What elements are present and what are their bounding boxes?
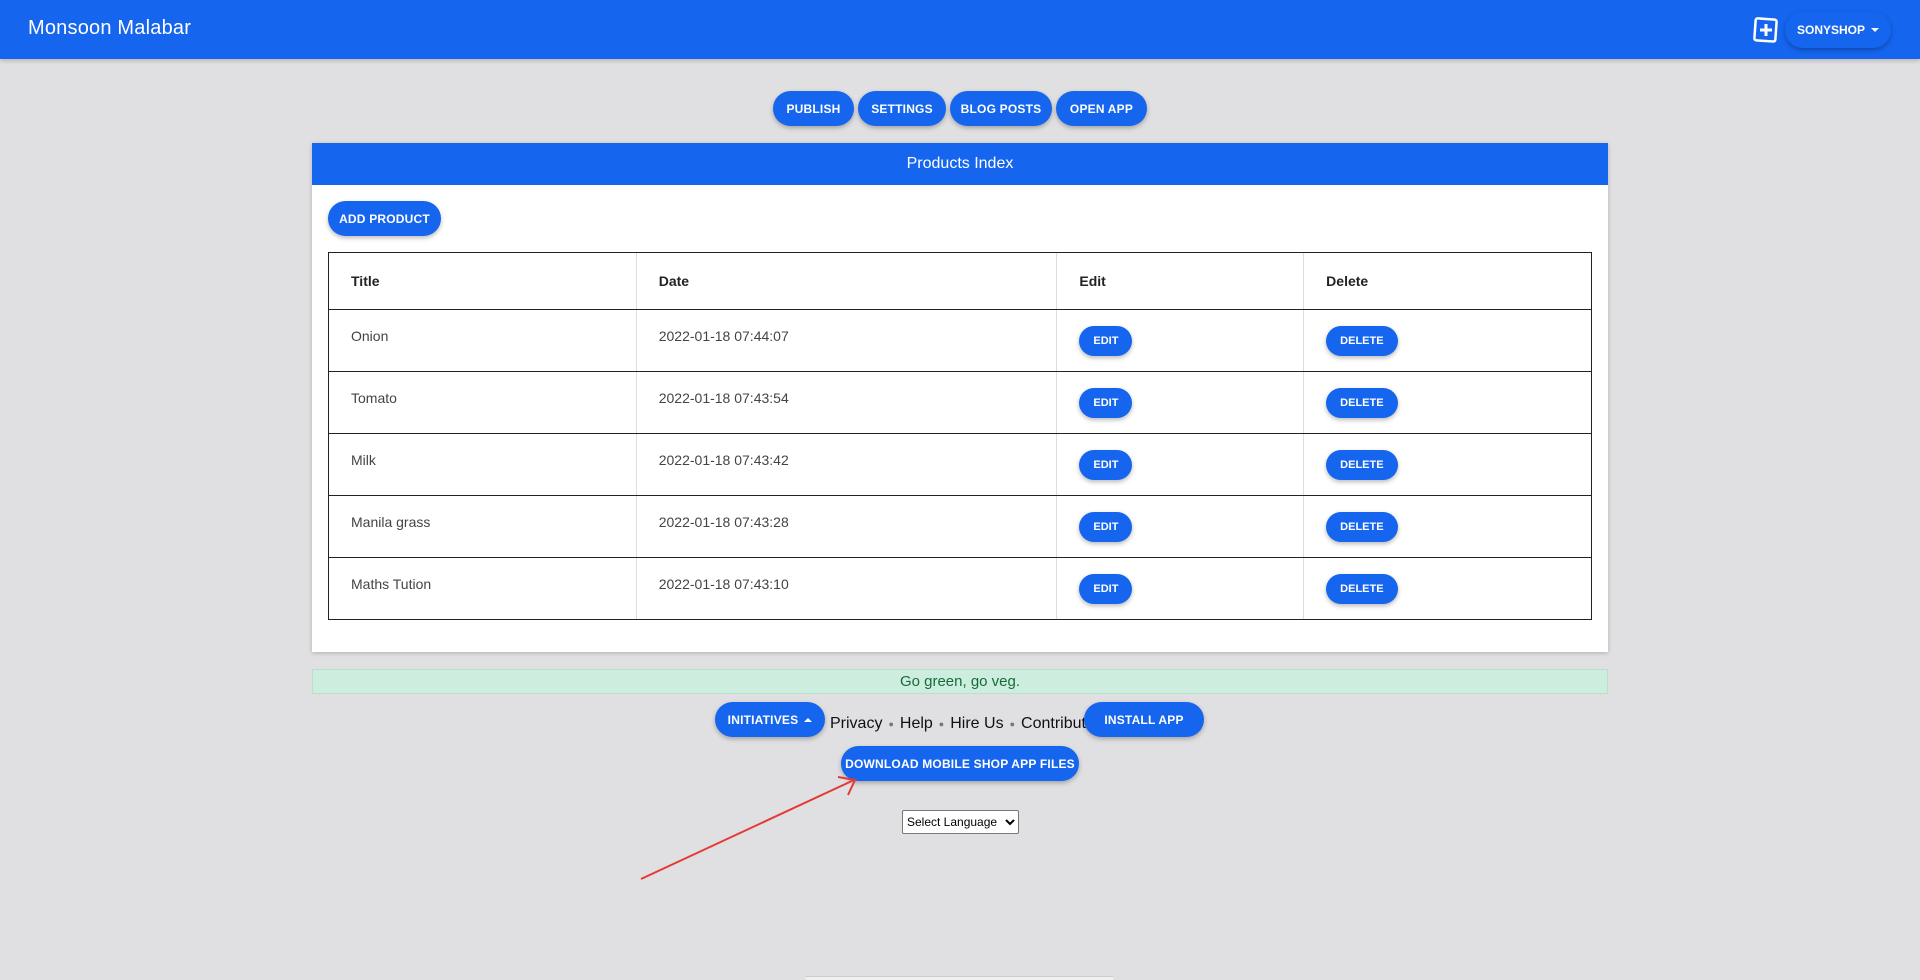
privacy-link[interactable]: Privacy (830, 715, 882, 733)
table-header-row: Title Date Edit Delete (328, 252, 1592, 310)
install-app-button[interactable]: INSTALL APP (1084, 702, 1204, 737)
plus-square-icon[interactable] (1753, 17, 1779, 43)
product-date: 2022-01-18 07:43:42 (635, 433, 1057, 496)
product-title: Milk (328, 433, 637, 496)
table-row: Onion 2022-01-18 07:44:07 EDIT DELETE (328, 309, 1592, 372)
alert-banner: Go green, go veg. (312, 669, 1608, 694)
table-row: Manila grass 2022-01-18 07:43:28 EDIT DE… (328, 495, 1592, 558)
language-select[interactable]: Select Language (902, 810, 1019, 834)
settings-button[interactable]: SETTINGS (858, 91, 946, 126)
edit-button[interactable]: EDIT (1079, 573, 1133, 604)
delete-button[interactable]: DELETE (1326, 387, 1398, 418)
separator-dot: ● (1009, 719, 1016, 729)
column-header-date: Date (635, 252, 1057, 310)
product-title: Onion (328, 309, 637, 372)
separator-dot: ● (938, 719, 945, 729)
app-title[interactable]: Monsoon Malabar (28, 17, 191, 40)
edit-button[interactable]: EDIT (1079, 449, 1133, 480)
table-row: Tomato 2022-01-18 07:43:54 EDIT DELETE (328, 371, 1592, 434)
delete-button[interactable]: DELETE (1326, 511, 1398, 542)
top-navbar: Monsoon Malabar SONYSHOP (0, 0, 1920, 59)
column-header-edit: Edit (1056, 252, 1304, 310)
product-title: Maths Tution (328, 557, 637, 620)
product-title: Tomato (328, 371, 637, 434)
table-row: Maths Tution 2022-01-18 07:43:10 EDIT DE… (328, 557, 1592, 620)
edit-button[interactable]: EDIT (1079, 387, 1133, 418)
bottom-page-edge (806, 976, 1113, 980)
initiatives-button[interactable]: INITIATIVES (715, 702, 825, 737)
delete-button[interactable]: DELETE (1326, 573, 1398, 604)
product-date: 2022-01-18 07:43:10 (635, 557, 1057, 620)
download-app-files-button[interactable]: DOWNLOAD MOBILE SHOP APP FILES (841, 746, 1079, 781)
initiatives-label: INITIATIVES (727, 712, 799, 727)
add-product-button[interactable]: ADD PRODUCT (328, 201, 441, 236)
user-menu-button[interactable]: SONYSHOP (1785, 12, 1891, 48)
user-menu-label: SONYSHOP (1796, 23, 1865, 37)
help-link[interactable]: Help (900, 715, 933, 733)
hire-us-link[interactable]: Hire Us (950, 715, 1003, 733)
blog-posts-button[interactable]: BLOG POSTS (950, 91, 1052, 126)
delete-button[interactable]: DELETE (1326, 325, 1398, 356)
publish-button[interactable]: PUBLISH (773, 91, 854, 126)
table-row: Milk 2022-01-18 07:43:42 EDIT DELETE (328, 433, 1592, 496)
footer-links: Privacy ● Help ● Hire Us ● Contribute (830, 714, 1095, 734)
edit-button[interactable]: EDIT (1079, 325, 1133, 356)
caret-down-icon (1871, 28, 1879, 32)
separator-dot: ● (888, 719, 894, 729)
products-table: Title Date Edit Delete Onion 2022-01-18 … (328, 252, 1592, 620)
product-date: 2022-01-18 07:44:07 (635, 309, 1057, 372)
product-title: Manila grass (328, 495, 637, 558)
column-header-delete: Delete (1303, 252, 1592, 310)
delete-button[interactable]: DELETE (1326, 449, 1398, 480)
products-card-title: Products Index (312, 143, 1608, 185)
column-header-title: Title (328, 252, 637, 310)
product-date: 2022-01-18 07:43:54 (635, 371, 1057, 434)
edit-button[interactable]: EDIT (1079, 511, 1133, 542)
product-date: 2022-01-18 07:43:28 (635, 495, 1057, 558)
products-card: Products Index ADD PRODUCT Title Date Ed… (312, 143, 1608, 652)
caret-up-icon (804, 717, 813, 722)
open-app-button[interactable]: OPEN APP (1056, 91, 1147, 126)
